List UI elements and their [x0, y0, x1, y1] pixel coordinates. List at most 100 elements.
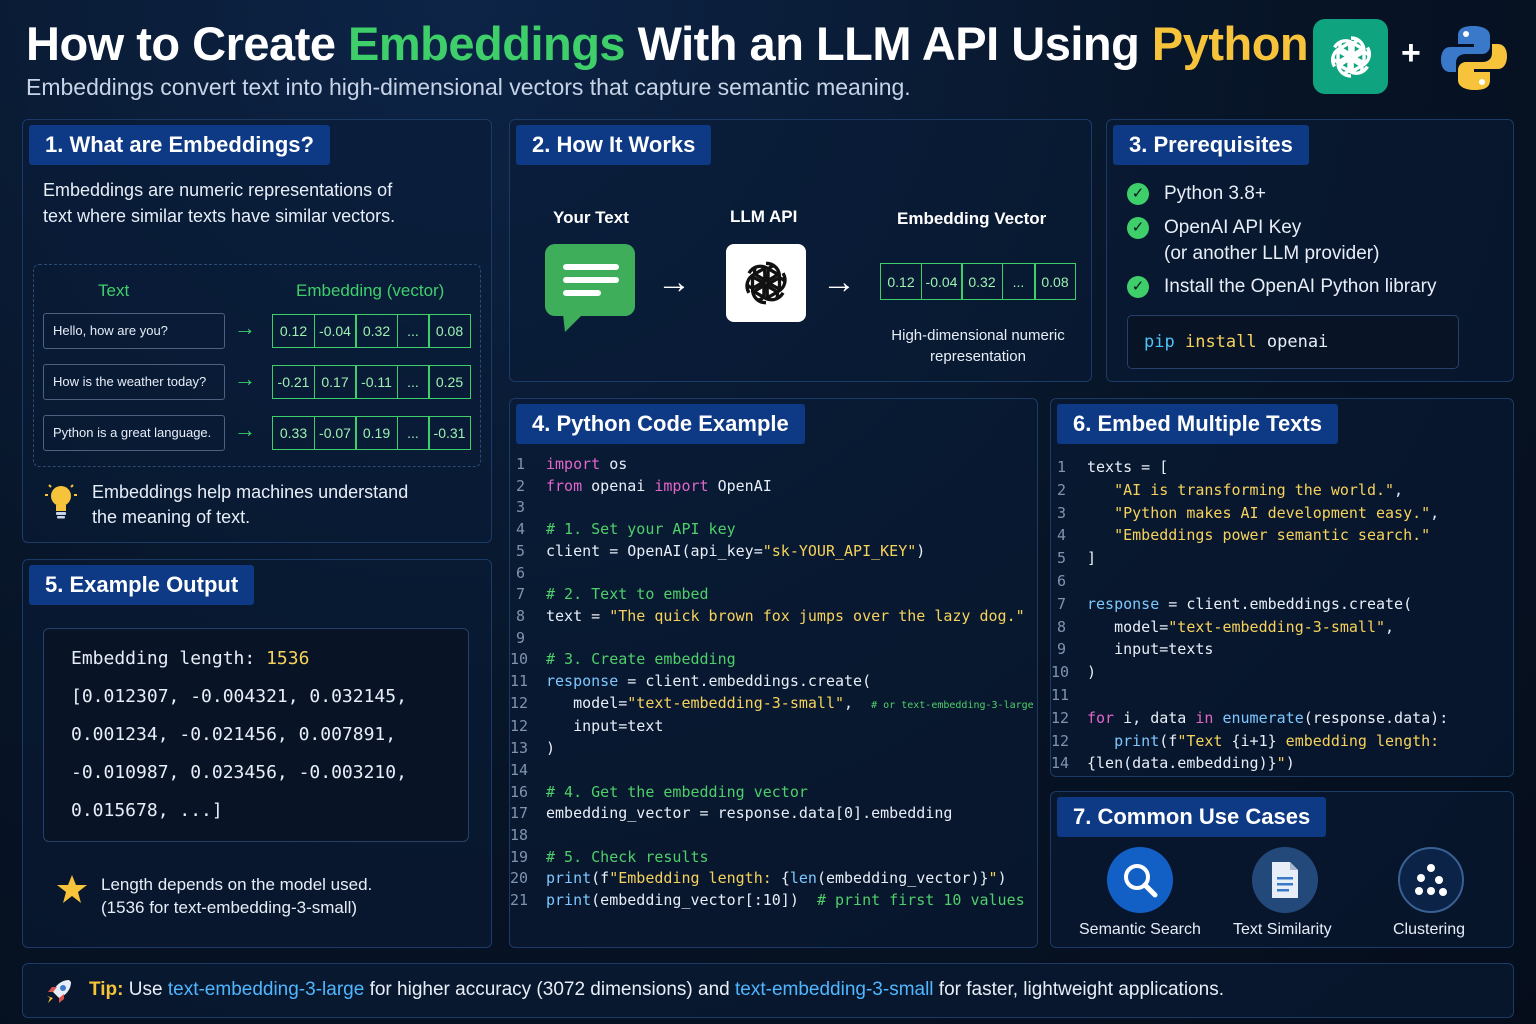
code-line: 7 # 2. Text to embed: [510, 584, 1034, 606]
line-number: 17: [510, 804, 529, 823]
column-header-embedding: Embedding (vector): [296, 281, 445, 300]
code-token: input=text: [546, 717, 664, 736]
checkmark-icon: ✓: [1127, 276, 1149, 298]
vector-value: -0.04: [313, 314, 357, 348]
code-line: 1 import os: [510, 454, 1034, 476]
code-token: i, data: [1114, 708, 1196, 727]
section-title: 7. Common Use Cases: [1057, 797, 1327, 837]
star-icon: [56, 873, 88, 905]
code-token: (f: [591, 869, 610, 888]
code-block[interactable]: 1 texts = [2 "AI is transforming the worl…: [1051, 456, 1448, 775]
vector-value: -0.04: [920, 263, 963, 300]
vector-value: 0.33: [272, 416, 315, 450]
section-what-are-embeddings: 1. What are Embeddings? Embeddings are n…: [22, 119, 492, 543]
code-token: # 5. Check results: [546, 847, 709, 866]
line-number: 11: [1051, 685, 1070, 704]
code-block[interactable]: 1 import os 2 from openai import OpenAI 3 4 #…: [510, 454, 1034, 912]
clustering-icon[interactable]: [1398, 847, 1464, 913]
line-number: 2: [515, 476, 525, 495]
line-number: 12: [510, 693, 529, 712]
code-token: ]: [1087, 549, 1097, 568]
flow-label-your-text: Your Text: [553, 208, 629, 227]
section-python-code-example: 4. Python Code Example 1 import os 2 from o…: [509, 398, 1038, 948]
section-title: 4. Python Code Example: [516, 404, 805, 444]
vector-value: -0.21: [272, 365, 315, 399]
code-token: ): [546, 739, 556, 758]
arrow-right-icon: →: [234, 315, 256, 340]
vector-value: ...: [396, 314, 430, 348]
line-number: 12: [1051, 731, 1070, 750]
code-line: 13): [510, 738, 1034, 760]
line-number: 14: [510, 760, 529, 779]
code-token: = client.embeddings.create(: [1159, 594, 1413, 613]
code-token: "Embeddings power semantic search.": [1087, 526, 1431, 545]
code-token: "Text: [1177, 731, 1232, 750]
vector-value: 0.32: [355, 314, 398, 348]
line-number: 19: [510, 847, 529, 866]
vector-value: -0.31: [428, 416, 471, 450]
tip-text: Tip: Use text-embedding-3-large for high…: [89, 979, 1224, 1000]
line-number: 7: [515, 585, 525, 604]
code-token: ,: [1385, 617, 1395, 636]
code-line: 11 response = client.embeddings.create(: [510, 671, 1034, 693]
section-note: Embeddings help machines understand the …: [92, 482, 409, 527]
line-number: 6: [1056, 571, 1066, 590]
title-highlight-python: Python: [1151, 17, 1309, 70]
code-line: 12 model="text-embedding-3-small", # or …: [510, 693, 1034, 717]
pip-install-command[interactable]: pip install openai: [1127, 315, 1459, 369]
vector-value: 0.19: [355, 416, 398, 450]
embedding-length-line: Embedding length: 1536: [71, 648, 310, 669]
code-token: ,: [1394, 480, 1404, 499]
section-title: 1. What are Embeddings?: [29, 125, 330, 165]
code-token: import: [546, 455, 601, 473]
search-icon[interactable]: [1107, 847, 1173, 913]
code-line: 7 response = client.embeddings.create(: [1051, 593, 1448, 616]
code-line: 12 print(f"Text {i+1} embedding length:: [1051, 730, 1448, 753]
line-number: 3: [1056, 503, 1066, 522]
arrow-right-icon: →: [234, 366, 256, 391]
code-token: # 1. Set your API key: [546, 520, 736, 539]
arrow-right-icon: →: [234, 417, 256, 442]
python-logo-icon: [1438, 22, 1510, 94]
section-common-use-cases: 7. Common Use Cases Semantic Search Text…: [1050, 791, 1514, 948]
code-line: 6: [1051, 570, 1448, 593]
arrow-right-icon: →: [657, 263, 691, 301]
section-how-it-works: 2. How It Works Your Text LLM API Embedd…: [509, 119, 1092, 382]
code-token: from: [546, 476, 583, 495]
code-token: (f: [1159, 731, 1178, 750]
model-name-large: text-embedding-3-large: [167, 979, 365, 1000]
code-token: "Python makes AI development easy.": [1087, 503, 1431, 522]
code-token: ): [1087, 663, 1097, 682]
line-number: 8: [515, 606, 525, 625]
line-number: 4: [515, 520, 525, 539]
rocket-icon: [43, 976, 75, 1008]
output-values-line: 0.015678, ...]: [71, 800, 223, 821]
plus-sign: +: [1401, 34, 1421, 72]
code-token: embedding length:: [1276, 731, 1440, 750]
code-token: print: [1087, 731, 1160, 750]
prerequisite-item: ✓ Python 3.8+: [1127, 181, 1266, 207]
code-line: 21 print(embedding_vector[:10]) # print f…: [510, 890, 1034, 912]
code-token: in: [1195, 708, 1214, 727]
section-title: 5. Example Output: [29, 565, 255, 605]
code-token: ): [1285, 754, 1295, 773]
code-token: client = OpenAI(api_key=: [546, 541, 763, 560]
code-token: len: [789, 869, 817, 888]
embedding-vector: 0.12 -0.04 0.32 ... 0.08: [880, 263, 1076, 300]
code-token: "The quick brown fox jumps over the lazy…: [609, 606, 1025, 625]
line-number: 20: [510, 869, 529, 888]
document-icon[interactable]: [1252, 847, 1318, 913]
section-title: 3. Prerequisites: [1113, 125, 1309, 165]
code-token: ): [997, 869, 1007, 888]
section-note: Length depends on the model used. (1536 …: [101, 875, 373, 917]
output-values-line: 0.001234, -0.021456, 0.007891,: [71, 724, 397, 745]
code-token: ,: [844, 693, 872, 712]
code-line: 8 model="text-embedding-3-small",: [1051, 616, 1448, 639]
code-line: 3 "Python makes AI development easy.",: [1051, 502, 1448, 525]
code-token: os: [600, 455, 628, 473]
vector-caption: High-dimensional numeric representation: [891, 327, 1065, 365]
code-line: 16 # 4. Get the embedding vector: [510, 782, 1034, 804]
code-token: text =: [546, 606, 610, 625]
line-number: 16: [510, 782, 529, 801]
code-token: response: [546, 672, 619, 691]
